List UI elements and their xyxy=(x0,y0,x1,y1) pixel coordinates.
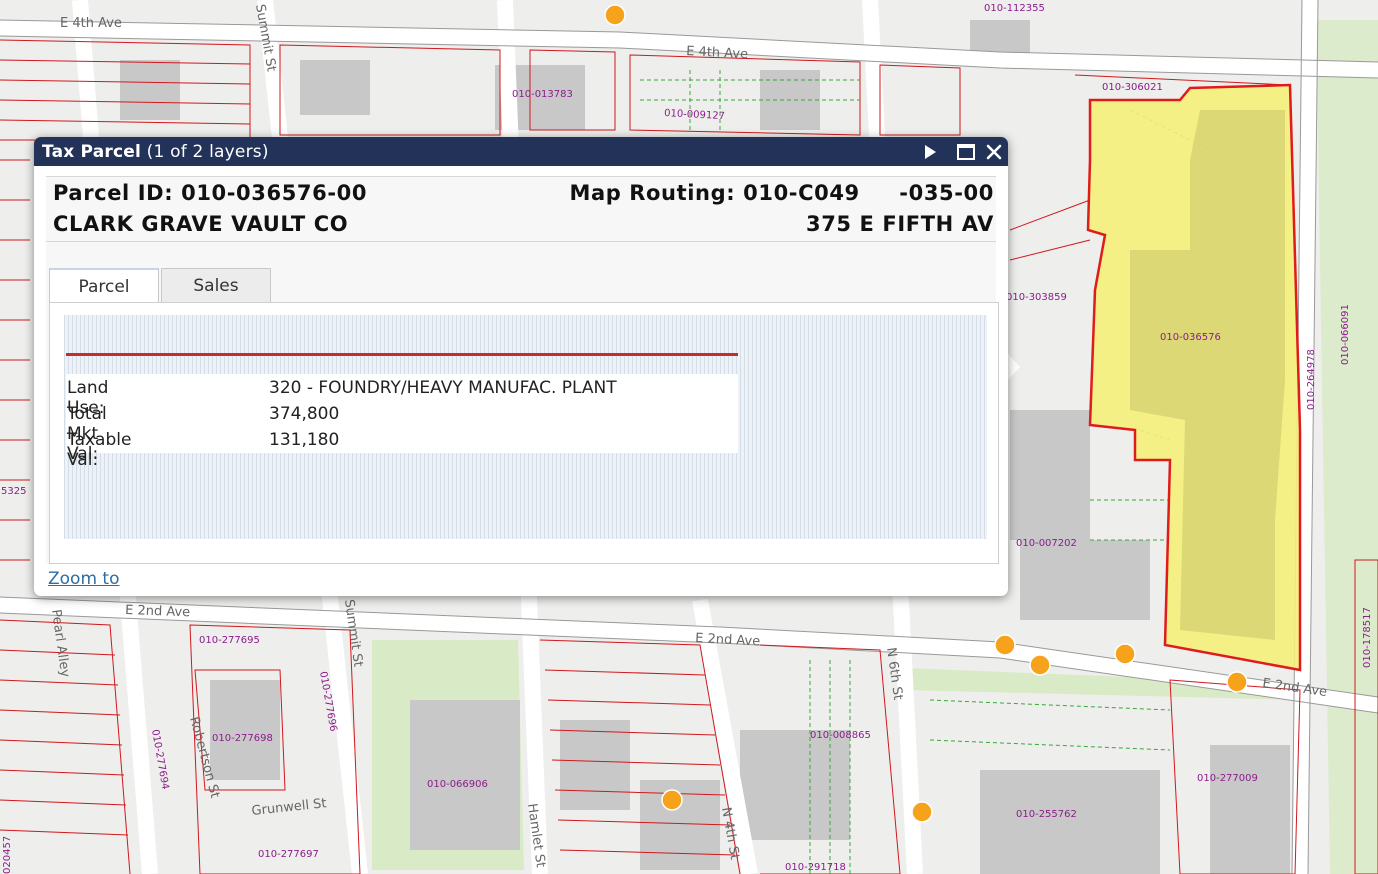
parcel-label: 010-277695 xyxy=(199,635,260,646)
parcel-label: 010-264978 xyxy=(1306,349,1317,410)
parcel-label: 010-277698 xyxy=(212,733,273,744)
divider xyxy=(46,176,996,177)
play-triangle-icon[interactable] xyxy=(920,142,940,162)
parcel-label: 5325 xyxy=(1,486,26,497)
map-routing: Map Routing: 010-C049 -035-00 xyxy=(569,181,994,205)
popup-header: Tax Parcel (1 of 2 layers) xyxy=(34,137,1008,166)
tab-parcel[interactable]: Parcel xyxy=(49,268,159,303)
parcel-label: 010-066906 xyxy=(427,779,488,790)
parcel-label: 010-007202 xyxy=(1016,538,1077,549)
maximize-icon[interactable] xyxy=(956,142,976,162)
zoom-to-link[interactable]: Zoom to xyxy=(48,569,119,589)
parcel-label: 010-008865 xyxy=(810,730,871,741)
parcel-label: 010-277009 xyxy=(1197,773,1258,784)
divider xyxy=(46,241,996,242)
parcel-label: 020457 xyxy=(2,836,13,874)
close-icon[interactable] xyxy=(984,142,1004,162)
section-rule xyxy=(66,353,738,356)
parcel-label: 010-277697 xyxy=(258,849,319,860)
detail-value: 320 - FOUNDRY/HEAVY MANUFAC. PLANT xyxy=(269,378,617,398)
detail-value: 131,180 xyxy=(269,430,340,450)
owner-name: CLARK GRAVE VAULT CO xyxy=(53,212,349,236)
parcel-tab-panel: Land Use: 320 - FOUNDRY/HEAVY MANUFAC. P… xyxy=(49,302,999,564)
parcel-label: 010-013783 xyxy=(512,89,573,100)
popup-pointer xyxy=(1006,352,1020,382)
detail-label: Taxable Val: xyxy=(67,430,132,470)
popup-body: Parcel ID: 010-036576-00 Map Routing: 01… xyxy=(46,176,999,564)
street-label: E 2nd Ave xyxy=(125,603,191,620)
popup-layer-name: Tax Parcel xyxy=(42,142,142,162)
parcel-label: 010-303859 xyxy=(1006,292,1067,303)
popup-layer-count: (1 of 2 layers) xyxy=(146,142,269,162)
parcel-label: 010-066091 xyxy=(1340,304,1351,365)
tab-sales[interactable]: Sales xyxy=(161,268,271,302)
parcel-label: 010-112355 xyxy=(984,3,1045,14)
site-address: 375 E FIFTH AV xyxy=(806,212,994,236)
parcel-label: 010-306021 xyxy=(1102,82,1163,93)
parcel-label: 010-036576 xyxy=(1160,332,1221,343)
parcel-details: Land Use: 320 - FOUNDRY/HEAVY MANUFAC. P… xyxy=(66,374,738,470)
parcel-id: Parcel ID: 010-036576-00 xyxy=(53,181,368,205)
detail-value: 374,800 xyxy=(269,404,340,424)
parcel-label: 010-291718 xyxy=(785,862,846,873)
tax-parcel-popup: Tax Parcel (1 of 2 layers) Parcel ID: 01… xyxy=(34,137,1008,596)
popup-title: Tax Parcel (1 of 2 layers) xyxy=(42,142,269,162)
parcel-label: 010-178517 xyxy=(1362,607,1373,668)
street-label: E 4th Ave xyxy=(60,16,122,31)
parcel-label: 010-255762 xyxy=(1016,809,1077,820)
